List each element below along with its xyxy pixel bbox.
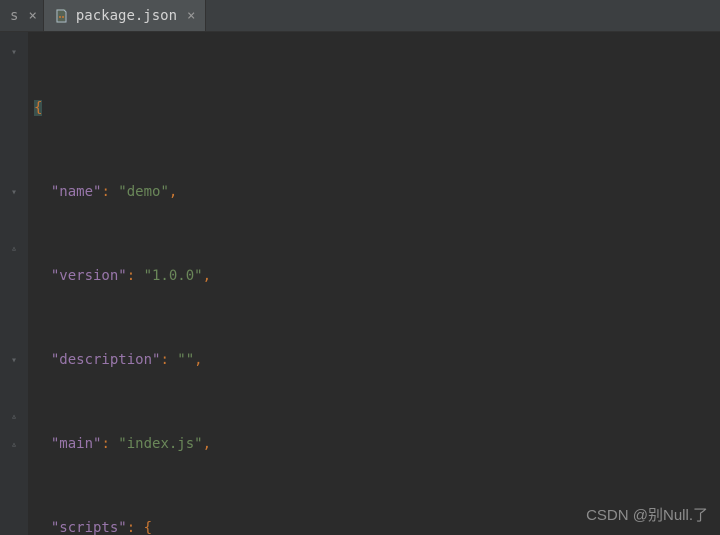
close-icon[interactable]: ×	[28, 8, 36, 24]
tab-package-json[interactable]: package.json ×	[44, 0, 207, 31]
fold-up-icon[interactable]: ▵	[9, 243, 19, 253]
close-icon[interactable]: ×	[187, 8, 195, 24]
fold-down-icon[interactable]: ▾	[9, 187, 19, 197]
code-content[interactable]: { "name": "demo", "version": "1.0.0", "d…	[28, 32, 720, 535]
close-icon[interactable]: s	[10, 8, 18, 24]
tab-bar: s × package.json ×	[0, 0, 720, 32]
gutter: ▾ ▾ ▵ ▾ ▵ ▵	[0, 32, 28, 535]
tab-label: package.json	[76, 8, 177, 24]
fold-up-icon[interactable]: ▵	[9, 439, 19, 449]
tab-previous[interactable]: s ×	[0, 0, 44, 31]
brace-open: {	[34, 100, 42, 116]
fold-down-icon[interactable]: ▾	[9, 355, 19, 365]
json-file-icon	[54, 8, 70, 24]
fold-up-icon[interactable]: ▵	[9, 411, 19, 421]
editor-area: ▾ ▾ ▵ ▾ ▵ ▵ { "name": "demo", "version":…	[0, 32, 720, 535]
fold-down-icon[interactable]: ▾	[9, 47, 19, 57]
